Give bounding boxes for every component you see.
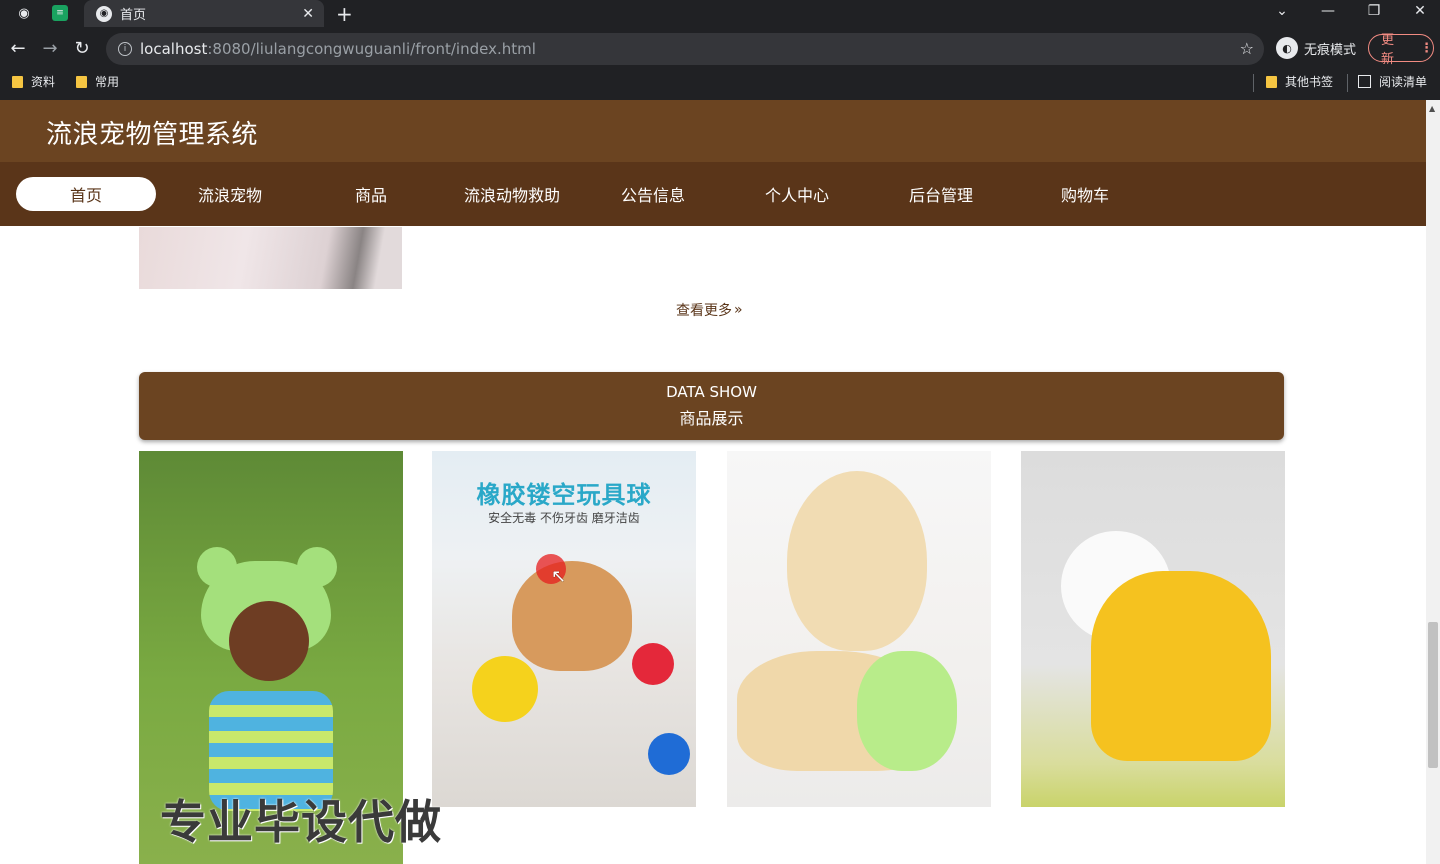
- nav-item-cart[interactable]: 购物车: [1015, 177, 1155, 211]
- globe-icon[interactable]: ◉: [14, 4, 34, 22]
- scrollbar-thumb[interactable]: [1428, 622, 1438, 768]
- tab-title: 首页: [120, 8, 147, 23]
- address-bar[interactable]: i localhost:8080/liulangcongwuguanli/fro…: [106, 33, 1264, 65]
- hood-ear-shape: [197, 547, 237, 587]
- site-header: 流浪宠物管理系统: [0, 100, 1426, 162]
- browser-toolbar: ← → ↻ i localhost:8080/liulangcongwuguan…: [0, 30, 1440, 68]
- minimize-icon[interactable]: —: [1316, 3, 1340, 19]
- shiba-dog-shape: [512, 561, 632, 671]
- bookmark-folder-changyong[interactable]: 常用: [76, 73, 119, 90]
- incognito-icon: ◐: [1276, 37, 1298, 59]
- nav-item-home[interactable]: 首页: [16, 177, 156, 211]
- globe-icon: ◉: [96, 5, 112, 22]
- bookmark-separator: [1253, 74, 1254, 92]
- page-viewport[interactable]: 流浪宠物管理系统 首页 流浪宠物 商品 流浪动物救助 公告信息 个人中心 后台管…: [0, 100, 1426, 864]
- nav-item-products[interactable]: 商品: [301, 177, 441, 211]
- mouse-cursor-icon: ↖: [551, 566, 567, 587]
- promo-subtitle: 安全无毒 不伤牙齿 磨牙洁齿: [488, 511, 640, 525]
- bookmark-label: 其他书签: [1285, 75, 1334, 89]
- reading-list-icon: [1358, 75, 1371, 88]
- bookmark-other[interactable]: 其他书签: [1266, 73, 1333, 90]
- watermark-text: 专业毕设代做: [160, 795, 442, 849]
- bookmark-folder-ziliao[interactable]: 资料: [12, 73, 55, 90]
- section-banner-products: DATA SHOW 商品展示: [139, 372, 1284, 440]
- folder-icon: [76, 75, 87, 88]
- dog-face-shape: [229, 601, 309, 681]
- update-label: 更新: [1381, 33, 1395, 67]
- scroll-up-icon[interactable]: ▲: [1429, 104, 1435, 113]
- menu-kebab-icon[interactable]: ⋮: [1420, 41, 1433, 56]
- app-shortcut-icon[interactable]: ≡: [52, 5, 68, 21]
- nav-item-announcements[interactable]: 公告信息: [583, 177, 723, 211]
- main-nav: 首页 流浪宠物 商品 流浪动物救助 公告信息 个人中心 后台管理 购物车: [0, 162, 1426, 226]
- product-image-toy-ball[interactable]: 橡胶镂空玩具球 安全无毒 不伤牙齿 磨牙洁齿: [432, 451, 696, 807]
- window-close-icon[interactable]: ✕: [1408, 3, 1432, 19]
- hood-ear-shape: [297, 547, 337, 587]
- forward-icon[interactable]: →: [39, 38, 61, 59]
- golden-retriever-shape: [787, 471, 927, 651]
- incognito-label: 无痕模式: [1304, 42, 1357, 58]
- nav-item-stray-pets[interactable]: 流浪宠物: [160, 177, 300, 211]
- yellow-ball-shape: [472, 656, 538, 722]
- view-more-label: 查看更多: [676, 303, 732, 319]
- page-scrollbar[interactable]: ▲: [1426, 100, 1440, 864]
- blue-ball-shape: [648, 733, 690, 775]
- product-image-plush-toy[interactable]: [727, 451, 991, 807]
- browser-tab-active[interactable]: ◉ 首页 ✕: [84, 0, 324, 27]
- bookmark-separator: [1347, 74, 1348, 92]
- bookmarks-bar: 资料 常用 其他书签 阅读清单: [0, 70, 1440, 94]
- bookmark-label: 常用: [95, 75, 120, 89]
- nav-item-rescue[interactable]: 流浪动物救助: [442, 177, 582, 211]
- red-ball-shape: [632, 643, 674, 685]
- section-title-en: DATA SHOW: [666, 383, 757, 401]
- folder-icon: [12, 75, 23, 88]
- close-icon[interactable]: ✕: [302, 6, 314, 22]
- bookmark-label: 资料: [31, 75, 56, 89]
- bookmark-label: 阅读清单: [1379, 75, 1428, 89]
- pet-image-partial[interactable]: [139, 227, 402, 289]
- browser-chrome: ◉ ≡ ◉ 首页 ✕ + ⌄ — ❐ ✕ ← → ↻ i localhost:8…: [0, 0, 1440, 100]
- new-tab-button[interactable]: +: [336, 2, 353, 26]
- url-path: :8080/liulangcongwuguanli/front/index.ht…: [207, 40, 536, 58]
- green-plush-shape: [857, 651, 957, 771]
- nav-item-profile[interactable]: 个人中心: [727, 177, 867, 211]
- promo-title: 橡胶镂空玩具球: [476, 481, 652, 509]
- reading-list[interactable]: 阅读清单: [1358, 73, 1427, 90]
- site-info-icon[interactable]: i: [118, 42, 132, 56]
- product-image-raincoat[interactable]: [1021, 451, 1285, 807]
- url-host: localhost: [140, 40, 208, 58]
- bookmark-star-icon[interactable]: ☆: [1240, 39, 1254, 58]
- tab-strip: ◉ ≡ ◉ 首页 ✕ + ⌄ — ❐ ✕: [0, 0, 1440, 27]
- incognito-indicator[interactable]: ◐ 无痕模式: [1276, 37, 1356, 59]
- reload-icon[interactable]: ↻: [71, 38, 93, 59]
- view-more-link[interactable]: 查看更多 »: [676, 300, 743, 320]
- folder-icon: [1266, 75, 1277, 88]
- site-title: 流浪宠物管理系统: [46, 120, 259, 150]
- tab-search-icon[interactable]: ⌄: [1270, 3, 1294, 19]
- nav-item-admin[interactable]: 后台管理: [871, 177, 1011, 211]
- section-title-zh: 商品展示: [679, 409, 744, 428]
- restore-icon[interactable]: ❐: [1362, 3, 1386, 19]
- update-button[interactable]: 更新 ⋮: [1368, 33, 1434, 67]
- back-icon[interactable]: ←: [7, 38, 29, 59]
- double-chevron-right-icon: »: [734, 302, 743, 318]
- yellow-raincoat-shape: [1091, 571, 1271, 761]
